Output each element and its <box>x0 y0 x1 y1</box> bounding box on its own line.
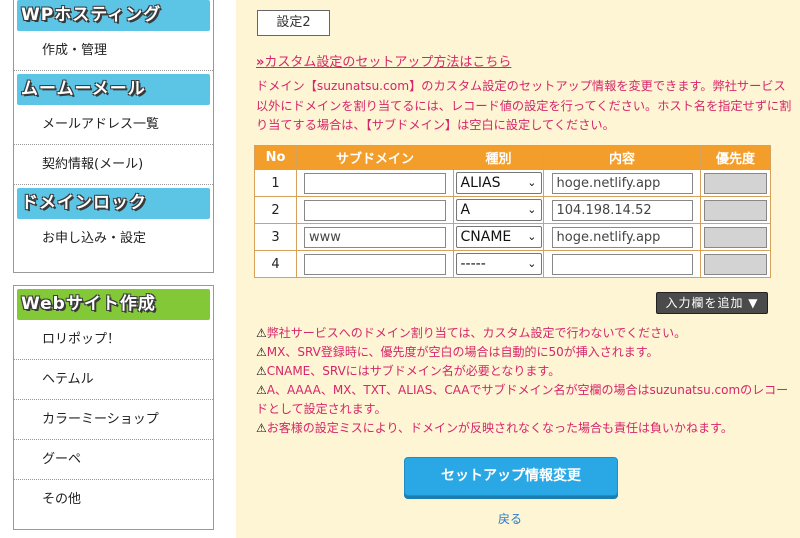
notes-list: ⚠弊社サービスへのドメイン割り当ては、カスタム設定で行わないでください。 ⚠MX… <box>256 324 796 438</box>
sidebar-item-heteml[interactable]: ヘテムル <box>14 360 213 400</box>
subdomain-cell <box>296 169 454 197</box>
chevron-down-icon: ⌄ <box>527 230 537 243</box>
note-text: お客様の設定ミスにより、ドメインが反映されなくなった場合も責任は負いかねます。 <box>266 421 733 435</box>
priority-input <box>704 172 767 194</box>
table-header-row: No サブドメイン 種別 内容 優先度 <box>254 145 771 170</box>
note-item: ⚠CNAME、SRVにはサブドメイン名が必要となります。 <box>256 362 796 381</box>
warning-icon: ⚠ <box>256 345 267 359</box>
sidebar-item-other[interactable]: その他 <box>14 480 213 520</box>
dns-records-table: No サブドメイン 種別 内容 優先度 1 ALIAS ⌄ hoge.netlif… <box>254 145 771 278</box>
sidebar-item-lolipop[interactable]: ロリポップ！ <box>14 320 213 360</box>
content-input[interactable]: hoge.netlify.app <box>551 172 693 194</box>
note-text: CNAME、SRVにはサブドメイン名が必要となります。 <box>266 364 561 378</box>
sidebar-box-website: Webサイト作成 ロリポップ！ ヘテムル カラーミーショップ グーペ その他 <box>13 285 214 530</box>
type-cell: A ⌄ <box>453 196 544 224</box>
type-select-value: CNAME <box>460 229 512 245</box>
table-row: 2 A ⌄ 104.198.14.52 <box>254 196 771 224</box>
subdomain-cell <box>296 196 454 224</box>
chevron-down-icon: ⌄ <box>527 257 537 270</box>
content-cell: 104.198.14.52 <box>543 196 701 224</box>
warning-icon: ⚠ <box>256 421 267 435</box>
chevron-down-icon: ⌄ <box>527 176 537 189</box>
content-input[interactable] <box>551 253 693 275</box>
note-text: 弊社サービスへのドメイン割り当ては、カスタム設定で行わないでください。 <box>266 326 687 340</box>
sidebar-item-apply-settings[interactable]: お申し込み・設定 <box>14 219 213 259</box>
priority-input <box>704 226 767 248</box>
row-number: 3 <box>254 223 297 251</box>
add-row-button[interactable]: 入力欄を追加 ▼ <box>656 292 768 314</box>
content-cell <box>543 250 701 278</box>
type-select[interactable]: ----- ⌄ <box>455 253 542 275</box>
table-row: 4 ----- ⌄ <box>254 250 771 278</box>
type-cell: ALIAS ⌄ <box>453 169 544 197</box>
type-select[interactable]: CNAME ⌄ <box>455 226 542 248</box>
priority-input <box>704 253 767 275</box>
type-select-value: A <box>460 202 471 218</box>
column-header-priority: 優先度 <box>700 145 771 170</box>
sidebar-heading-wp-hosting: WPホスティング <box>17 0 210 31</box>
content-cell: hoge.netlify.app <box>543 223 701 251</box>
sidebar-box-services: WPホスティング 作成・管理 ムームーメール メールアドレス一覧 契約情報(メー… <box>13 0 214 273</box>
note-item: ⚠弊社サービスへのドメイン割り当ては、カスタム設定で行わないでください。 <box>256 324 796 343</box>
sidebar: WPホスティング 作成・管理 ムームーメール メールアドレス一覧 契約情報(メー… <box>0 0 236 538</box>
sidebar-item-colorme[interactable]: カラーミーショップ <box>14 400 213 440</box>
subdomain-cell <box>296 250 454 278</box>
column-header-type: 種別 <box>453 145 544 170</box>
sidebar-item-mail-address-list[interactable]: メールアドレス一覧 <box>14 105 213 145</box>
row-number: 1 <box>254 169 297 197</box>
priority-cell <box>700 196 771 224</box>
subdomain-input[interactable]: www <box>304 226 446 248</box>
back-link[interactable]: 戻る <box>498 510 522 527</box>
subdomain-input[interactable] <box>304 199 446 221</box>
chevron-down-icon: ⌄ <box>527 203 537 216</box>
table-row: 1 ALIAS ⌄ hoge.netlify.app <box>254 169 771 197</box>
subdomain-input[interactable] <box>304 172 446 194</box>
setup-help-link-text: カスタム設定のセットアップ方法はこちら <box>264 55 512 70</box>
warning-icon: ⚠ <box>256 383 267 397</box>
content-cell: hoge.netlify.app <box>543 169 701 197</box>
note-text: MX、SRV登録時に、優先度が空白の場合は自動的に50が挿入されます。 <box>266 345 659 359</box>
note-item: ⚠お客様の設定ミスにより、ドメインが反映されなくなった場合も責任は負いかねます。 <box>256 419 796 438</box>
sidebar-item-create-manage[interactable]: 作成・管理 <box>14 31 213 71</box>
priority-input <box>704 199 767 221</box>
sidebar-heading-website: Webサイト作成 <box>17 289 210 320</box>
type-select-value: ALIAS <box>460 175 501 191</box>
type-select-value: ----- <box>460 256 486 272</box>
settings-tab-label: 設定2 <box>257 10 330 36</box>
setup-help-link[interactable]: »カスタム設定のセットアップ方法はこちら <box>256 51 511 70</box>
warning-icon: ⚠ <box>256 364 267 378</box>
update-setup-button[interactable]: セットアップ情報変更 <box>404 457 618 496</box>
type-select[interactable]: ALIAS ⌄ <box>455 172 542 194</box>
priority-cell <box>700 250 771 278</box>
note-item: ⚠MX、SRV登録時に、優先度が空白の場合は自動的に50が挿入されます。 <box>256 343 796 362</box>
sidebar-item-goope[interactable]: グーペ <box>14 440 213 480</box>
note-text: A、AAAA、MX、TXT、ALIAS、CAAでサブドメイン名が空欄の場合はsu… <box>256 383 789 416</box>
type-cell: CNAME ⌄ <box>453 223 544 251</box>
description-text: ドメイン【suzunatsu.com】のカスタム設定のセットアップ情報を変更でき… <box>256 79 792 132</box>
note-item: ⚠A、AAAA、MX、TXT、ALIAS、CAAでサブドメイン名が空欄の場合はs… <box>256 381 796 419</box>
warning-icon: ⚠ <box>256 326 267 340</box>
subdomain-cell: www <box>296 223 454 251</box>
table-row: 3 www CNAME ⌄ hoge.netlify.app <box>254 223 771 251</box>
column-header-content: 内容 <box>543 145 701 170</box>
type-select[interactable]: A ⌄ <box>455 199 542 221</box>
content-input[interactable]: 104.198.14.52 <box>551 199 693 221</box>
sidebar-item-contract-info[interactable]: 契約情報(メール) <box>14 145 213 185</box>
priority-cell <box>700 223 771 251</box>
sidebar-heading-domain-lock: ドメインロック <box>17 188 210 219</box>
column-header-subdomain: サブドメイン <box>296 145 454 170</box>
content-input[interactable]: hoge.netlify.app <box>551 226 693 248</box>
column-header-no: No <box>254 145 297 170</box>
priority-cell <box>700 169 771 197</box>
row-number: 4 <box>254 250 297 278</box>
main-content: 設定2 »カスタム設定のセットアップ方法はこちら ドメイン【suzunatsu.… <box>236 0 800 538</box>
row-number: 2 <box>254 196 297 224</box>
sidebar-heading-muumuu-mail: ムームーメール <box>17 74 210 105</box>
subdomain-input[interactable] <box>304 253 446 275</box>
type-cell: ----- ⌄ <box>453 250 544 278</box>
